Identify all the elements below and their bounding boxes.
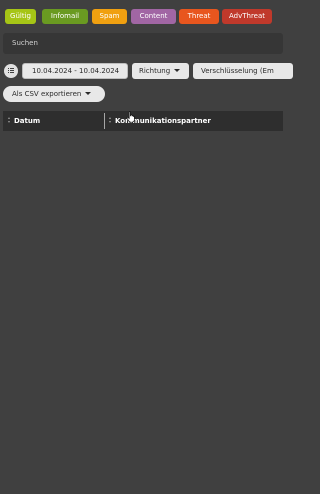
- tag-spam[interactable]: Spam: [92, 9, 127, 24]
- tag-content[interactable]: Content: [131, 9, 176, 24]
- sort-icon: [109, 117, 112, 123]
- column-header-label: Datum: [14, 117, 41, 125]
- tag-advthreat[interactable]: AdvThreat: [222, 9, 272, 24]
- sort-icon: [8, 117, 11, 123]
- filter-list-icon[interactable]: [4, 64, 18, 78]
- date-range-picker[interactable]: 10.04.2024 - 10.04.2024: [22, 63, 128, 79]
- encryption-label: Verschlüsselung (Em: [201, 67, 274, 75]
- tag-threat[interactable]: Threat: [179, 9, 219, 24]
- chevron-down-icon: [174, 68, 181, 72]
- column-header-datum[interactable]: Datum: [8, 111, 102, 131]
- export-csv-label: Als CSV exportieren: [12, 90, 82, 98]
- table-header: Datum Kommunikationspartner: [3, 111, 283, 131]
- tag-gueltig[interactable]: Gültig: [5, 9, 36, 24]
- search-input[interactable]: Suchen: [3, 33, 283, 54]
- chevron-down-icon: [85, 91, 92, 95]
- export-csv-button[interactable]: Als CSV exportieren: [3, 86, 105, 102]
- direction-label: Richtung: [139, 67, 171, 75]
- column-resize-handle[interactable]: [104, 113, 105, 129]
- direction-dropdown[interactable]: Richtung: [132, 63, 189, 79]
- hand-cursor-icon: [126, 111, 135, 123]
- tag-infomail[interactable]: Infomail: [42, 9, 88, 24]
- encryption-dropdown[interactable]: Verschlüsselung (Em: [193, 63, 293, 79]
- date-range-value: 10.04.2024 - 10.04.2024: [32, 67, 120, 75]
